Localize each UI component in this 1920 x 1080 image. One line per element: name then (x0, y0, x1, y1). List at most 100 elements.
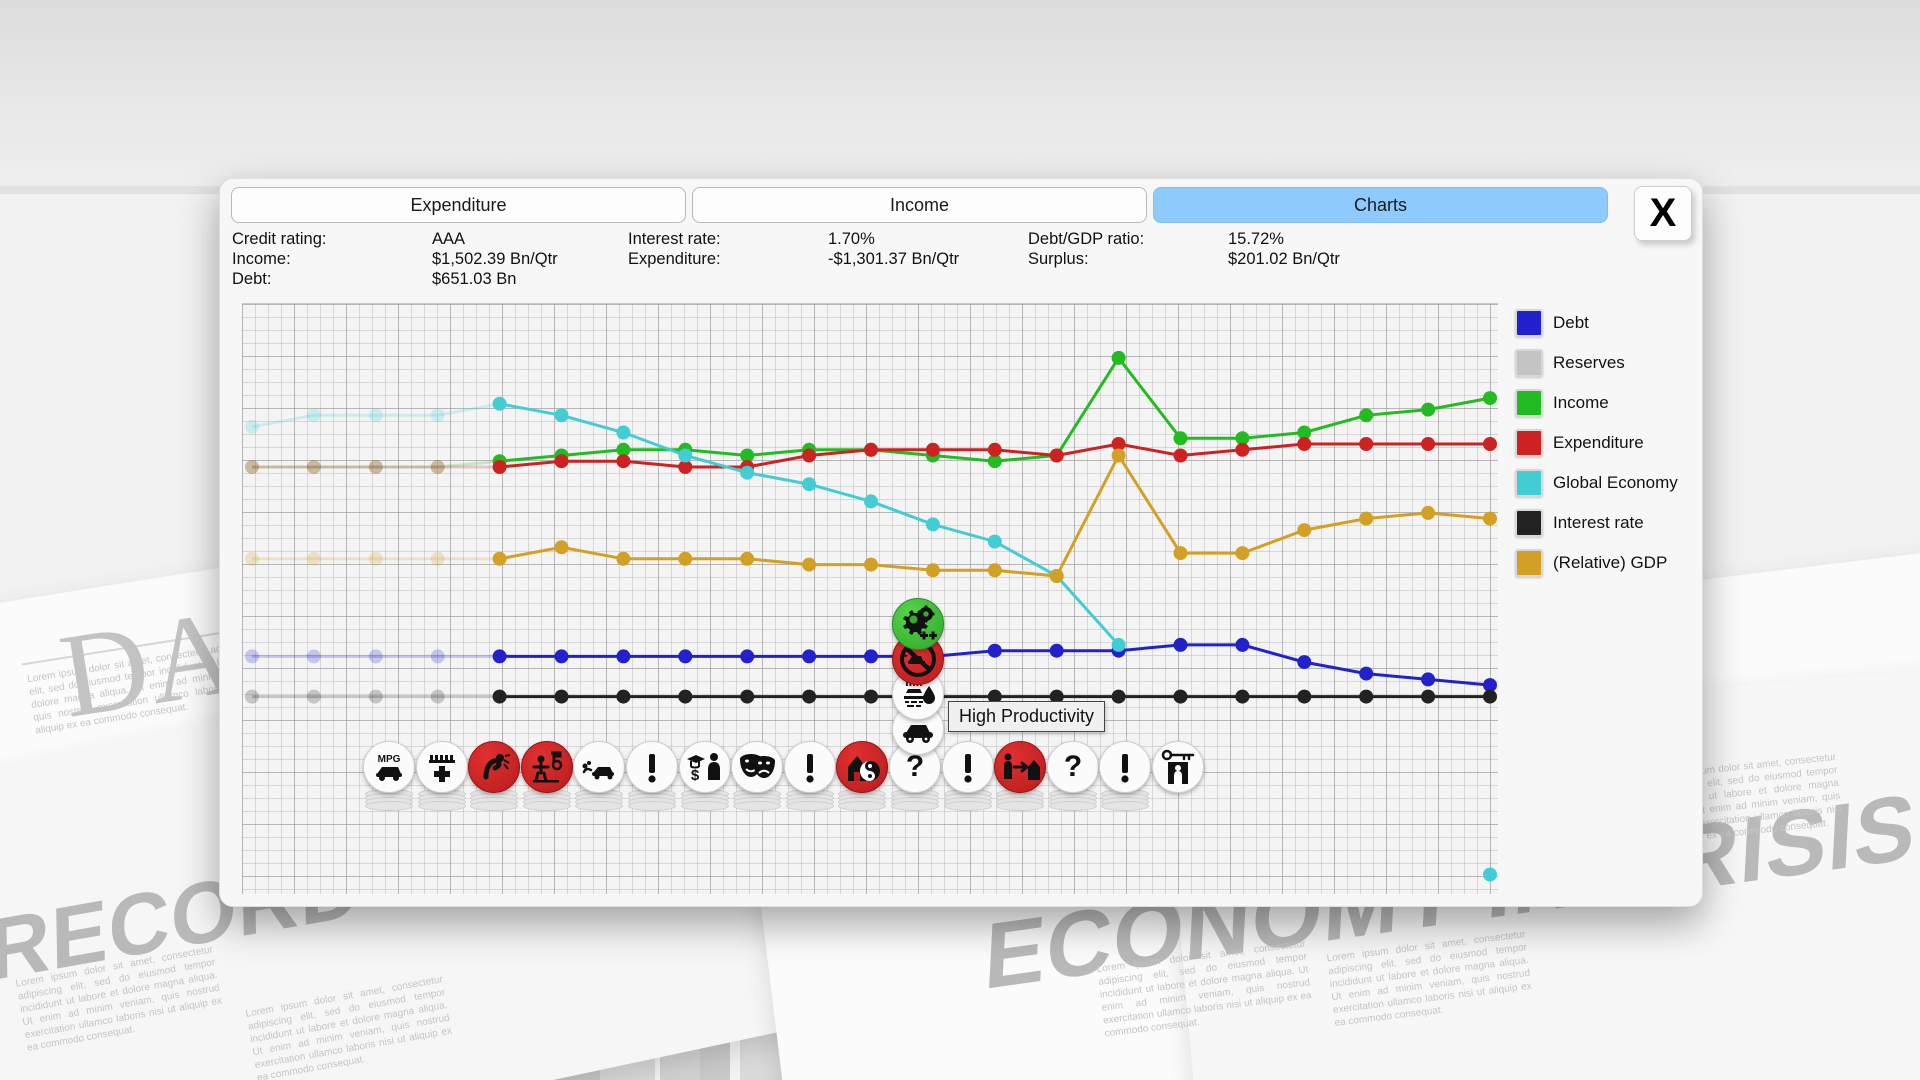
data-point[interactable] (492, 551, 507, 566)
data-point[interactable] (1359, 437, 1374, 451)
data-point[interactable] (802, 557, 817, 572)
tab-charts[interactable]: Charts (1153, 187, 1608, 223)
data-point[interactable] (492, 396, 507, 411)
data-point[interactable] (1235, 637, 1250, 652)
data-point[interactable] (987, 563, 1002, 578)
data-point[interactable] (306, 408, 321, 423)
event-badge-prison-key-icon[interactable] (1152, 741, 1204, 793)
data-point[interactable] (245, 419, 259, 434)
data-point[interactable] (740, 465, 755, 480)
event-badge-religion-house-icon[interactable] (836, 741, 889, 793)
data-point[interactable] (1049, 643, 1064, 658)
event-badge-healthcare-cross-icon[interactable] (415, 741, 468, 793)
data-point[interactable] (987, 534, 1002, 549)
data-point[interactable] (245, 460, 259, 474)
data-point[interactable] (1483, 689, 1497, 704)
data-point[interactable] (430, 689, 445, 704)
data-point[interactable] (1297, 437, 1312, 451)
data-point[interactable] (554, 540, 569, 555)
event-badge-execution-gallows-icon[interactable] (520, 741, 573, 793)
event-badge-theatre-masks-icon[interactable] (731, 741, 784, 793)
data-point[interactable] (864, 689, 878, 704)
data-point[interactable] (616, 454, 631, 469)
data-point[interactable] (554, 689, 569, 704)
data-point[interactable] (1297, 655, 1312, 670)
data-point[interactable] (368, 551, 383, 566)
data-point[interactable] (554, 454, 569, 469)
data-point[interactable] (492, 649, 507, 664)
data-point[interactable] (492, 460, 507, 474)
data-point[interactable] (368, 408, 383, 423)
data-point[interactable] (1173, 431, 1188, 446)
data-point[interactable] (1359, 408, 1374, 423)
data-point[interactable] (1235, 442, 1250, 457)
data-point[interactable] (802, 477, 817, 492)
data-point[interactable] (925, 517, 940, 532)
data-point[interactable] (864, 494, 878, 509)
data-point[interactable] (1173, 546, 1188, 561)
data-point[interactable] (987, 643, 1002, 658)
data-point[interactable] (740, 649, 755, 664)
data-point[interactable] (1359, 511, 1374, 526)
data-point[interactable] (616, 649, 631, 664)
data-point[interactable] (1359, 666, 1374, 681)
data-point[interactable] (1421, 437, 1436, 451)
data-point[interactable] (1111, 350, 1126, 365)
data-point[interactable] (864, 649, 878, 664)
data-point[interactable] (1235, 546, 1250, 561)
data-point[interactable] (245, 551, 259, 566)
data-point[interactable] (492, 689, 507, 704)
data-point[interactable] (430, 460, 445, 474)
data-point[interactable] (1111, 448, 1126, 463)
data-point[interactable] (368, 649, 383, 664)
event-badge-alert-exclamation-icon[interactable] (783, 741, 836, 793)
data-point[interactable] (1049, 448, 1064, 463)
data-point[interactable] (306, 460, 321, 474)
data-point[interactable] (1359, 689, 1374, 704)
data-point[interactable] (1049, 569, 1064, 583)
event-badge-alert-exclamation-icon[interactable] (1099, 741, 1152, 793)
data-point[interactable] (554, 408, 569, 423)
legend-item[interactable]: Debt (1515, 303, 1695, 343)
data-point[interactable] (1483, 867, 1497, 882)
data-point[interactable] (1483, 511, 1497, 526)
tab-income[interactable]: Income (692, 187, 1147, 223)
data-point[interactable] (1111, 637, 1126, 652)
data-point[interactable] (430, 408, 445, 423)
data-point[interactable] (245, 649, 259, 664)
data-point[interactable] (306, 689, 321, 704)
event-badge-unknown-question-icon[interactable]: ? (1046, 741, 1099, 793)
data-point[interactable] (368, 460, 383, 474)
data-point[interactable] (864, 442, 878, 457)
legend-item[interactable]: Interest rate (1515, 503, 1695, 543)
data-point[interactable] (1421, 505, 1436, 520)
data-point[interactable] (1421, 672, 1436, 687)
legend-item[interactable]: Global Economy (1515, 463, 1695, 503)
legend-item[interactable]: (Relative) GDP (1515, 543, 1695, 583)
data-point[interactable] (802, 689, 817, 704)
data-point[interactable] (1111, 689, 1126, 704)
tab-expenditure[interactable]: Expenditure (231, 187, 686, 223)
event-badge-alert-exclamation-icon[interactable] (626, 741, 678, 793)
data-point[interactable] (925, 563, 940, 578)
data-point[interactable] (925, 442, 940, 457)
event-badge-alert-exclamation-icon[interactable] (941, 741, 994, 793)
data-point[interactable] (245, 689, 259, 704)
event-badge-pollution-sick-icon[interactable] (468, 741, 521, 793)
data-point[interactable] (1483, 391, 1497, 406)
data-point[interactable] (987, 442, 1002, 457)
data-point[interactable] (1421, 402, 1436, 417)
data-point[interactable] (1483, 437, 1497, 451)
data-point[interactable] (616, 689, 631, 704)
data-point[interactable] (1173, 637, 1188, 652)
legend-item[interactable]: Expenditure (1515, 423, 1695, 463)
data-point[interactable] (1235, 689, 1250, 704)
data-point[interactable] (1421, 689, 1436, 704)
data-point[interactable] (864, 557, 878, 572)
data-point[interactable] (616, 551, 631, 566)
legend-item[interactable]: Reserves (1515, 343, 1695, 383)
data-point[interactable] (306, 551, 321, 566)
data-point[interactable] (1173, 448, 1188, 463)
data-point[interactable] (678, 689, 693, 704)
event-badge-car-exhaust-icon[interactable] (573, 741, 626, 793)
